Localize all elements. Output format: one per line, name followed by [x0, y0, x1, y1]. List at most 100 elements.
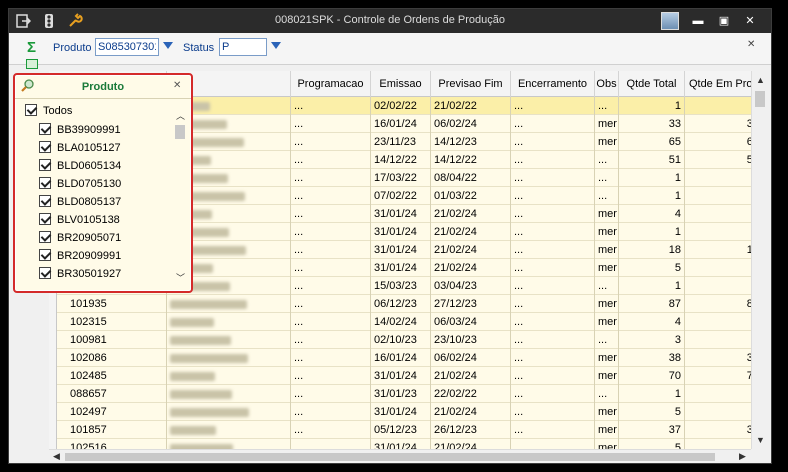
- cell-programacao: ...: [291, 133, 371, 151]
- row-indicator[interactable]: [49, 367, 57, 385]
- cell-qtde-total: 5: [619, 403, 685, 421]
- table-row[interactable]: 101857...05/12/2326/12/23...mer3737: [49, 421, 763, 439]
- table-row[interactable]: 102497...31/01/2421/02/24...mer55: [49, 403, 763, 421]
- cell-programacao: ...: [291, 295, 371, 313]
- cell-previsao-fim: 06/03/24: [431, 313, 511, 331]
- checkbox-icon[interactable]: [39, 213, 51, 226]
- table-row[interactable]: 102485...31/01/2421/02/24...mer7070: [49, 367, 763, 385]
- cell-previsao-fim: 14/12/23: [431, 133, 511, 151]
- select-all-label: Todos: [43, 105, 73, 117]
- cell-previsao-fim: 21/02/24: [431, 403, 511, 421]
- checkbox-icon[interactable]: [39, 177, 51, 190]
- horizontal-scroll-thumb[interactable]: [65, 453, 715, 461]
- popup-scrollbar[interactable]: ︿ ﹀: [173, 111, 187, 291]
- produto-list-item[interactable]: BLD0805137: [39, 193, 121, 211]
- cell-obs: mer: [595, 439, 619, 449]
- checkbox-icon[interactable]: [39, 123, 51, 136]
- cell-programacao: ...: [291, 421, 371, 439]
- table-row[interactable]: 102086...16/01/2406/02/24...mer3838: [49, 349, 763, 367]
- scroll-right-icon[interactable]: ▶: [739, 451, 746, 462]
- cell-programacao: ...: [291, 259, 371, 277]
- popup-scroll-thumb[interactable]: [175, 125, 185, 139]
- scroll-up-icon[interactable]: ▲: [756, 75, 765, 85]
- sum-icon[interactable]: Σ: [27, 39, 36, 56]
- produto-code: BLD0705130: [57, 178, 122, 190]
- cell-encerramento: ...: [511, 439, 595, 449]
- row-indicator[interactable]: [49, 349, 57, 367]
- cell-obs: ...: [595, 331, 619, 349]
- produto-list-item[interactable]: BLD0605134: [39, 157, 121, 175]
- cell-obs: mer: [595, 367, 619, 385]
- produto-list-item[interactable]: BLD0705130: [39, 175, 121, 193]
- scroll-left-icon[interactable]: ◀: [53, 451, 60, 462]
- table-row[interactable]: 100981...02/10/2323/10/23......31: [49, 331, 763, 349]
- checkbox-icon[interactable]: [39, 249, 51, 262]
- row-indicator[interactable]: [49, 313, 57, 331]
- cell-encerramento: ...: [511, 313, 595, 331]
- header-programacao[interactable]: Programacao: [291, 71, 371, 97]
- cell-previsao-fim: 21/02/22: [431, 97, 511, 115]
- checkbox-icon[interactable]: [39, 159, 51, 172]
- horizontal-scrollbar[interactable]: ◀ ▶: [49, 449, 751, 463]
- close-icon[interactable]: ✕: [743, 14, 757, 28]
- grid-toggle-icon[interactable]: [26, 59, 38, 69]
- produto-list-item[interactable]: BR20909991: [39, 247, 121, 265]
- cell-programacao: ...: [291, 349, 371, 367]
- header-previsao-fim[interactable]: Previsao Fim: [431, 71, 511, 97]
- row-indicator[interactable]: [49, 439, 57, 449]
- select-all-checkbox[interactable]: Todos: [25, 103, 72, 119]
- header-encerramento[interactable]: Encerramento: [511, 71, 595, 97]
- vertical-scroll-thumb[interactable]: [755, 91, 765, 107]
- cell-qtde-total: 70: [619, 367, 685, 385]
- produto-list-item[interactable]: BB39909991: [39, 121, 121, 139]
- produto-list-item[interactable]: BLA0105127: [39, 139, 121, 157]
- vertical-scrollbar[interactable]: ▲ ▼: [751, 71, 767, 449]
- scroll-down-icon[interactable]: ▼: [756, 435, 765, 445]
- checkbox-icon[interactable]: [39, 195, 51, 208]
- table-row[interactable]: 102315...14/02/2406/03/24...mer44: [49, 313, 763, 331]
- row-indicator[interactable]: [49, 295, 57, 313]
- cell-previsao-fim: 21/02/24: [431, 367, 511, 385]
- cell-programacao: ...: [291, 97, 371, 115]
- produto-list-item[interactable]: BLV0105138: [39, 211, 120, 229]
- cell-qtde-total: 1: [619, 187, 685, 205]
- header-emissao[interactable]: Emissao: [371, 71, 431, 97]
- popup-close-icon[interactable]: ✕: [173, 80, 181, 91]
- produto-dropdown-icon[interactable]: [163, 42, 173, 49]
- checkbox-icon[interactable]: [39, 141, 51, 154]
- row-indicator[interactable]: [49, 421, 57, 439]
- clear-filter-icon[interactable]: ✕: [747, 39, 755, 50]
- popup-scroll-down-icon[interactable]: ﹀: [176, 271, 185, 284]
- cell-codigo: 102485: [67, 367, 167, 385]
- maximize-icon[interactable]: ▣: [717, 14, 731, 28]
- cell-emissao: 02/02/22: [371, 97, 431, 115]
- checkbox-icon[interactable]: [39, 231, 51, 244]
- produto-field[interactable]: [95, 38, 159, 56]
- header-qtde-total[interactable]: Qtde Total: [619, 71, 685, 97]
- row-indicator[interactable]: [49, 385, 57, 403]
- table-row[interactable]: 101935...06/12/2327/12/23...mer8787: [49, 295, 763, 313]
- cell-codigo: 100981: [67, 331, 167, 349]
- cell-emissao: 31/01/23: [371, 385, 431, 403]
- cell-programacao: ...: [291, 115, 371, 133]
- checkbox-icon[interactable]: [25, 104, 37, 117]
- popup-scroll-up-icon[interactable]: ︿: [176, 109, 185, 122]
- status-dropdown-icon[interactable]: [271, 42, 281, 49]
- produto-code: BLV0105138: [57, 214, 120, 226]
- redacted-text: [170, 318, 214, 327]
- cell-encerramento: ...: [511, 367, 595, 385]
- produto-list-item[interactable]: BR30501927: [39, 265, 121, 283]
- table-row[interactable]: 088657...31/01/2322/02/22......11: [49, 385, 763, 403]
- checkbox-icon[interactable]: [39, 267, 51, 280]
- cell-obs: ...: [595, 169, 619, 187]
- minimize-icon[interactable]: ▬: [691, 14, 705, 28]
- redacted-text: [170, 390, 232, 399]
- row-indicator[interactable]: [49, 403, 57, 421]
- status-field[interactable]: [219, 38, 267, 56]
- produto-list-item[interactable]: BR20905071: [39, 229, 121, 247]
- table-row[interactable]: 102516...31/01/2421/02/24...mer55: [49, 439, 763, 449]
- row-indicator[interactable]: [49, 331, 57, 349]
- user-avatar-icon[interactable]: [661, 12, 679, 30]
- cell-descricao-redacted: [167, 403, 291, 421]
- header-obs[interactable]: Obs: [595, 71, 619, 97]
